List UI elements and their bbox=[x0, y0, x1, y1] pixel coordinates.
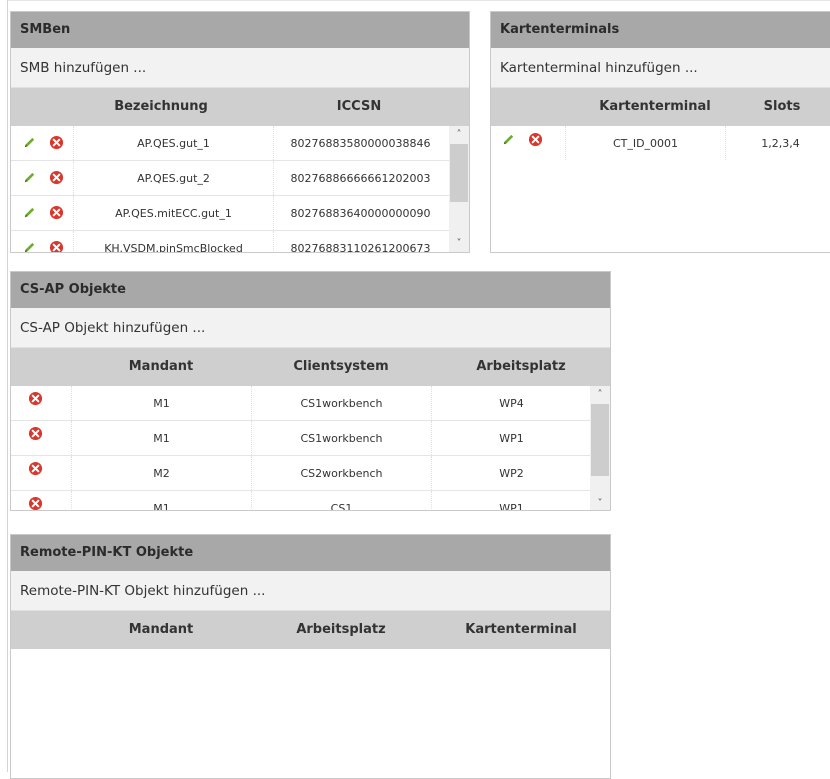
kt-row-slots: 1,2,3,4 bbox=[725, 126, 830, 160]
rpk-col-mandant[interactable]: Mandant bbox=[71, 611, 251, 649]
kartenterminals-panel: Kartenterminals Kartenterminal hinzufüge… bbox=[490, 11, 830, 253]
smb-table-body: AP.QES.gut_1 80276883580000038846 AP.QES… bbox=[11, 126, 469, 252]
smb-row-iccsn: 80276886666661202003 bbox=[273, 161, 447, 195]
rpk-table-header: Mandant Arbeitsplatz Kartenterminal bbox=[11, 611, 610, 649]
csap-table-header: Mandant Clientsystem Arbeitsplatz bbox=[11, 348, 610, 386]
pencil-icon[interactable] bbox=[22, 205, 37, 220]
csap-col-arbeitsplatz[interactable]: Arbeitsplatz bbox=[431, 348, 610, 386]
smb-row-name: AP.QES.mitECC.gut_1 bbox=[73, 196, 273, 230]
pencil-icon[interactable] bbox=[22, 135, 37, 150]
smb-scrollbar[interactable]: ˄ ˅ bbox=[449, 126, 469, 252]
table-row[interactable]: KH.VSDM.pinSmcBlocked 802768831102612006… bbox=[11, 231, 469, 252]
chevron-down-icon[interactable]: ˅ bbox=[449, 235, 469, 252]
delete-icon[interactable] bbox=[528, 132, 543, 147]
csap-row-mandant: M2 bbox=[71, 456, 251, 490]
delete-icon[interactable] bbox=[49, 135, 64, 150]
pencil-icon[interactable] bbox=[501, 132, 516, 147]
smb-col-bezeichnung[interactable]: Bezeichnung bbox=[73, 88, 249, 126]
pencil-icon[interactable] bbox=[22, 170, 37, 185]
smb-row-name: AP.QES.gut_2 bbox=[73, 161, 273, 195]
smb-panel-title: SMBen bbox=[11, 12, 469, 48]
csap-col-mandant[interactable]: Mandant bbox=[71, 348, 251, 386]
smb-row-name: KH.VSDM.pinSmcBlocked bbox=[73, 231, 273, 252]
kt-add-link[interactable]: Kartenterminal hinzufügen ... bbox=[491, 48, 830, 88]
table-row[interactable]: M2 CS2workbench WP2 bbox=[11, 456, 610, 491]
rpk-panel-title: Remote-PIN-KT Objekte bbox=[11, 535, 610, 571]
delete-icon[interactable] bbox=[28, 496, 43, 511]
rpk-col-arbeitsplatz[interactable]: Arbeitsplatz bbox=[251, 611, 431, 649]
kt-col-slots[interactable]: Slots bbox=[727, 88, 830, 126]
csap-row-arbeitsplatz: WP4 bbox=[431, 386, 591, 420]
smb-row-name: AP.QES.gut_1 bbox=[73, 126, 273, 160]
scrollbar-thumb[interactable] bbox=[450, 144, 468, 202]
smb-col-iccsn[interactable]: ICCSN bbox=[273, 88, 445, 126]
table-row[interactable]: M1 CS1 WP1 bbox=[11, 491, 610, 511]
delete-icon[interactable] bbox=[28, 461, 43, 476]
rpk-add-link[interactable]: Remote-PIN-KT Objekt hinzufügen ... bbox=[11, 571, 610, 611]
csap-table-body: M1 CS1workbench WP4 M1 CS1workbench WP1 … bbox=[11, 386, 610, 511]
table-row[interactable]: AP.QES.mitECC.gut_1 80276883640000000090 bbox=[11, 196, 469, 231]
table-row[interactable]: AP.QES.gut_1 80276883580000038846 bbox=[11, 126, 469, 161]
kt-table-header: Kartenterminal Slots bbox=[491, 88, 830, 126]
csap-row-arbeitsplatz: WP1 bbox=[431, 491, 591, 510]
delete-icon[interactable] bbox=[28, 426, 43, 441]
csap-row-clientsystem: CS1workbench bbox=[251, 421, 431, 455]
smb-row-iccsn: 80276883580000038846 bbox=[273, 126, 447, 160]
top-divider bbox=[7, 0, 830, 1]
csap-scrollbar[interactable]: ˄ ˅ bbox=[590, 386, 610, 510]
chevron-down-icon[interactable]: ˅ bbox=[590, 495, 610, 510]
table-row[interactable]: CT_ID_0001 1,2,3,4 bbox=[491, 126, 830, 160]
table-row[interactable]: M1 CS1workbench WP1 bbox=[11, 421, 610, 456]
csap-row-arbeitsplatz: WP2 bbox=[431, 456, 591, 490]
kt-panel-title: Kartenterminals bbox=[491, 12, 830, 48]
smb-table-header: Bezeichnung ICCSN bbox=[11, 88, 469, 126]
table-row[interactable]: AP.QES.gut_2 80276886666661202003 bbox=[11, 161, 469, 196]
smb-panel: SMBen SMB hinzufügen ... Bezeichnung ICC… bbox=[10, 11, 470, 253]
csap-row-arbeitsplatz: WP1 bbox=[431, 421, 591, 455]
csap-panel-title: CS-AP Objekte bbox=[11, 272, 610, 308]
smb-row-iccsn: 80276883110261200673 bbox=[273, 231, 447, 252]
csap-panel: CS-AP Objekte CS-AP Objekt hinzufügen ..… bbox=[10, 271, 611, 511]
scrollbar-thumb[interactable] bbox=[591, 404, 609, 476]
delete-icon[interactable] bbox=[28, 391, 43, 406]
chevron-up-icon[interactable]: ˄ bbox=[590, 386, 610, 403]
rpk-col-kartenterminal[interactable]: Kartenterminal bbox=[431, 611, 610, 649]
csap-col-clientsystem[interactable]: Clientsystem bbox=[251, 348, 431, 386]
kt-row-terminal: CT_ID_0001 bbox=[565, 126, 725, 160]
csap-row-mandant: M1 bbox=[71, 491, 251, 510]
left-divider bbox=[7, 0, 8, 772]
chevron-up-icon[interactable]: ˄ bbox=[449, 126, 469, 143]
smb-row-iccsn: 80276883640000000090 bbox=[273, 196, 447, 230]
kt-col-kartenterminal[interactable]: Kartenterminal bbox=[565, 88, 745, 126]
delete-icon[interactable] bbox=[49, 240, 64, 252]
csap-add-link[interactable]: CS-AP Objekt hinzufügen ... bbox=[11, 308, 610, 348]
remote-pin-kt-panel: Remote-PIN-KT Objekte Remote-PIN-KT Obje… bbox=[10, 534, 611, 779]
delete-icon[interactable] bbox=[49, 205, 64, 220]
smb-add-link[interactable]: SMB hinzufügen ... bbox=[11, 48, 469, 88]
delete-icon[interactable] bbox=[49, 170, 64, 185]
rpk-table-body bbox=[11, 649, 610, 778]
kt-table-body: CT_ID_0001 1,2,3,4 bbox=[491, 126, 830, 252]
csap-row-mandant: M1 bbox=[71, 386, 251, 420]
pencil-icon[interactable] bbox=[22, 240, 37, 252]
csap-row-clientsystem: CS1 bbox=[251, 491, 431, 510]
csap-row-clientsystem: CS1workbench bbox=[251, 386, 431, 420]
table-row[interactable]: M1 CS1workbench WP4 bbox=[11, 386, 610, 421]
csap-row-mandant: M1 bbox=[71, 421, 251, 455]
csap-row-clientsystem: CS2workbench bbox=[251, 456, 431, 490]
